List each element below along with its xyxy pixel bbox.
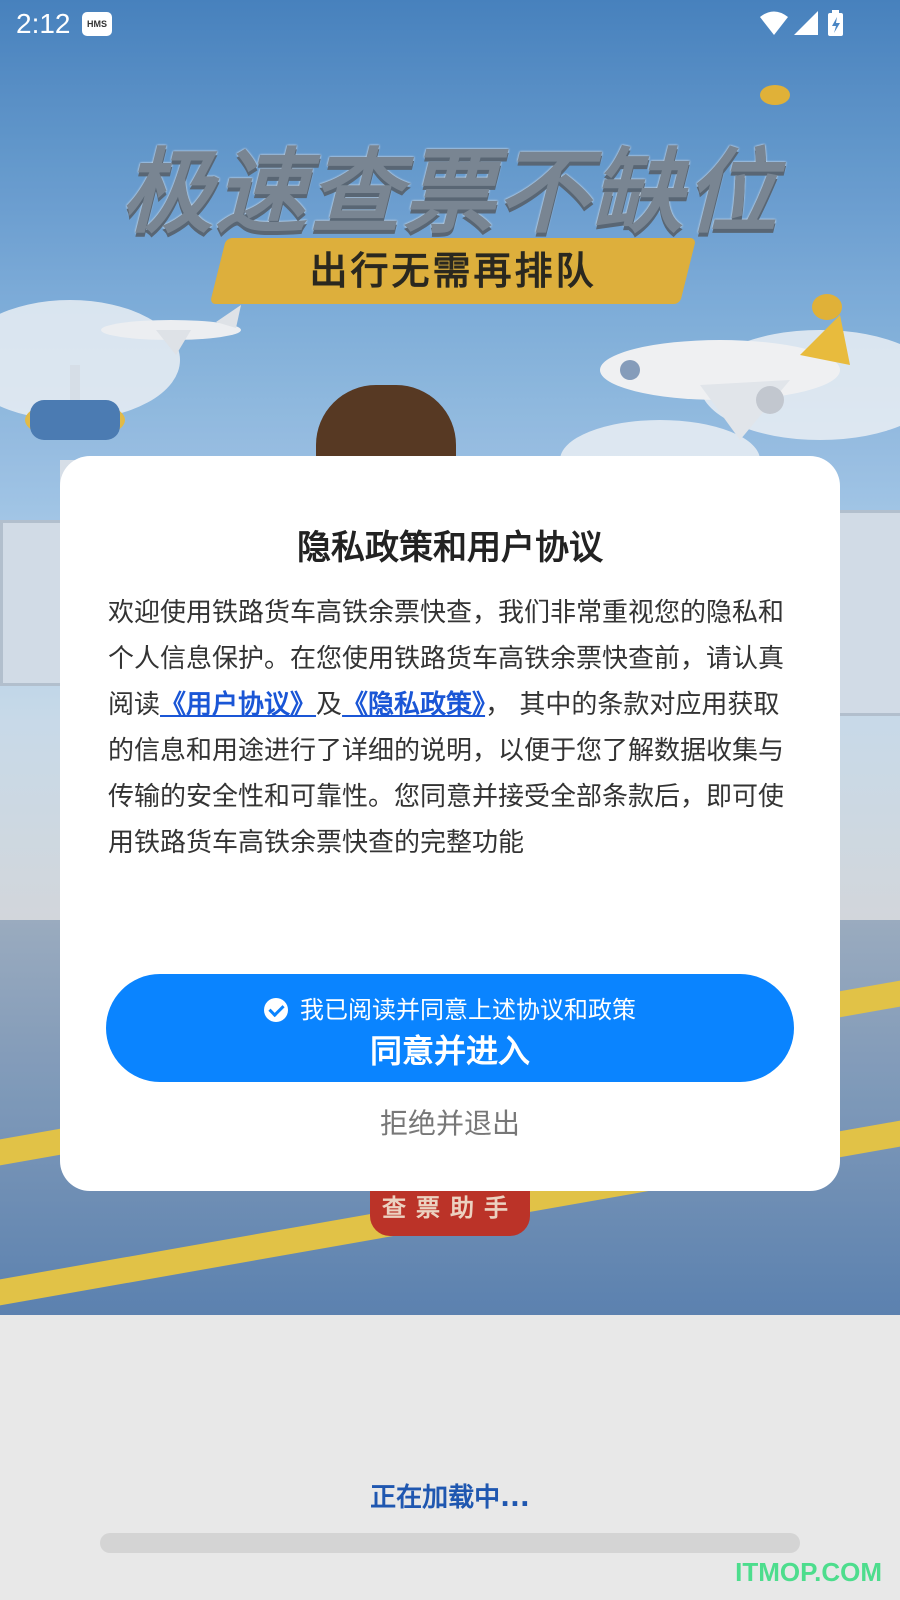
loading-section: 正在加载中... ITMOP.COM — [0, 1315, 900, 1600]
dialog-title: 隐私政策和用户协议 — [297, 528, 603, 568]
agree-button-label: 同意并进入 — [369, 1032, 530, 1070]
dialog-body-connector: 及 — [316, 690, 343, 720]
signal-icon — [794, 11, 818, 35]
checkbox-checked-icon[interactable] — [264, 998, 288, 1022]
watermark: ITMOP.COM — [735, 1557, 882, 1587]
user-agreement-link[interactable]: 《用户协议》 — [160, 690, 316, 720]
agree-and-enter-button[interactable]: 我已阅读并同意上述协议和政策 同意并进入 — [106, 974, 794, 1082]
status-icons — [760, 10, 843, 36]
dialog-body: 欢迎使用铁路货车高铁余票快查，我们非常重视您的隐私和个人信息保护。在您使用铁路货… — [108, 590, 798, 866]
loading-text: 正在加载中... — [370, 1483, 530, 1513]
reject-and-exit-button[interactable]: 拒绝并退出 — [300, 1096, 600, 1152]
status-bar: 2:12 HMS — [0, 0, 900, 48]
consent-checkbox-label: 我已阅读并同意上述协议和政策 — [300, 996, 636, 1024]
privacy-dialog: 隐私政策和用户协议 欢迎使用铁路货车高铁余票快查，我们非常重视您的隐私和个人信息… — [60, 456, 840, 1191]
status-time: 2:12 — [16, 8, 71, 39]
consent-checkbox-row[interactable]: 我已阅读并同意上述协议和政策 — [106, 990, 794, 1025]
loading-progress-bar — [100, 1533, 800, 1553]
battery-charging-icon — [828, 10, 843, 36]
hms-badge: HMS — [82, 12, 112, 36]
wifi-icon — [760, 11, 788, 35]
privacy-policy-link[interactable]: 《隐私政策》 — [342, 690, 485, 720]
